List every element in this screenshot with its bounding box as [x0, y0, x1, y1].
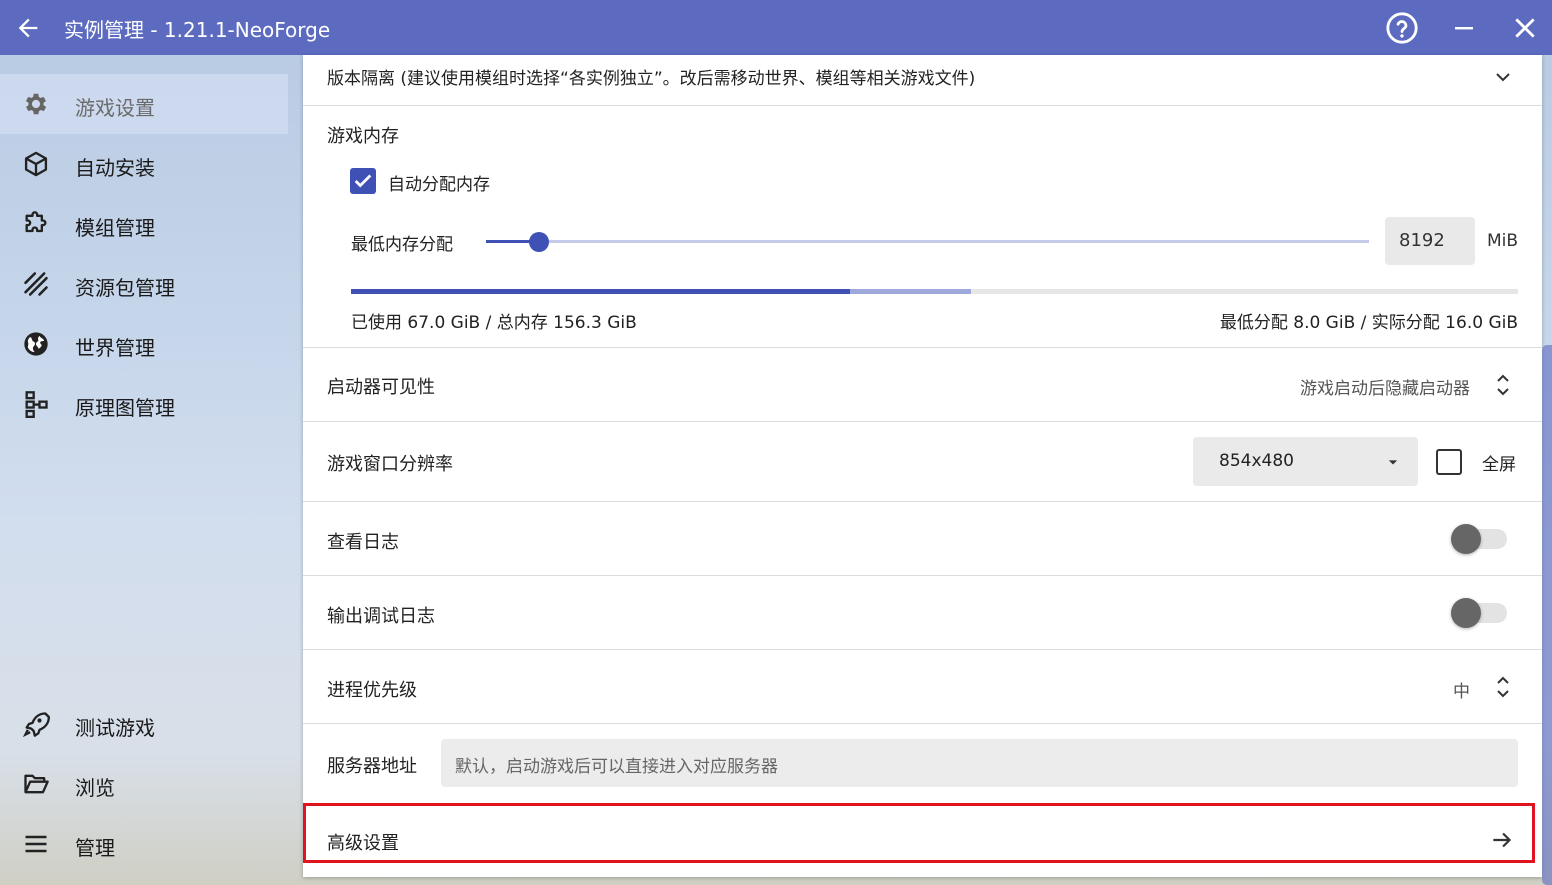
memory-unit: MiB	[1487, 231, 1519, 251]
version-isolation-row[interactable]: 版本隔离 (建议使用模组时选择“各实例独立”。改后需移动世界、模组等相关游戏文件…	[303, 55, 1542, 106]
minimize-icon	[1455, 27, 1473, 30]
sidebar-item-label: 原理图管理	[75, 396, 175, 420]
caret-down-icon	[1388, 460, 1398, 465]
close-icon	[1515, 18, 1535, 38]
min-memory-label: 最低内存分配	[351, 235, 453, 255]
folder-icon	[20, 769, 52, 799]
show-logs-label: 查看日志	[327, 532, 399, 553]
sidebar-item-auto-install[interactable]: 自动安装	[0, 134, 288, 194]
resolution-select[interactable]: 854x480	[1193, 437, 1418, 486]
sidebar-item-browse[interactable]: 浏览	[0, 754, 288, 814]
sidebar-item-schematics[interactable]: 原理图管理	[0, 374, 288, 434]
process-priority-value: 中	[1453, 682, 1470, 702]
advanced-settings-row[interactable]: 高级设置	[303, 803, 1535, 863]
launcher-visibility-value: 游戏启动后隐藏启动器	[1300, 379, 1470, 399]
show-logs-row: 查看日志	[303, 502, 1542, 576]
sidebar-item-label: 管理	[75, 836, 115, 860]
globe-icon	[20, 329, 52, 359]
sidebar: 游戏设置 自动安装 模组管理 资源包管理 世界管理 原理图管理 测试游戏 浏览 …	[0, 55, 303, 885]
toggle-thumb	[1451, 524, 1481, 554]
memory-allocation-text: 最低分配 8.0 GiB / 实际分配 16.0 GiB	[1219, 313, 1518, 333]
arrow-right-icon	[1493, 832, 1512, 848]
sidebar-item-manage[interactable]: 管理	[0, 814, 288, 874]
show-logs-toggle[interactable]	[1451, 524, 1507, 554]
debug-logs-row: 输出调试日志	[303, 576, 1542, 650]
gear-icon	[20, 89, 52, 119]
check-icon	[354, 174, 372, 188]
memory-usage-text: 已使用 67.0 GiB / 总内存 156.3 GiB	[351, 313, 637, 333]
launcher-visibility-row[interactable]: 启动器可见性 游戏启动后隐藏启动器	[303, 348, 1542, 422]
sidebar-item-label: 资源包管理	[75, 276, 175, 300]
min-memory-slider-track[interactable]	[486, 240, 1369, 243]
window-title: 实例管理 - 1.21.1-NeoForge	[64, 18, 331, 42]
min-memory-input[interactable]: 8192	[1385, 217, 1475, 265]
schematic-icon	[20, 389, 52, 419]
sidebar-item-label: 浏览	[75, 776, 115, 800]
sidebar-item-label: 自动安装	[75, 156, 155, 180]
sidebar-item-test-game[interactable]: 测试游戏	[0, 694, 288, 754]
puzzle-icon	[20, 209, 52, 239]
resolution-row: 游戏窗口分辨率 854x480 全屏	[303, 422, 1542, 502]
package-icon	[20, 149, 52, 179]
rocket-icon	[20, 709, 52, 739]
unfold-icon	[1497, 676, 1509, 698]
scrollbar[interactable]	[1542, 345, 1552, 885]
chevron-down-icon	[1496, 73, 1510, 82]
settings-panel: 版本隔离 (建议使用模组时选择“各实例独立”。改后需移动世界、模组等相关游戏文件…	[303, 55, 1542, 877]
fullscreen-label: 全屏	[1482, 455, 1516, 475]
minimize-button[interactable]	[1444, 8, 1484, 48]
close-button[interactable]	[1505, 8, 1545, 48]
sidebar-item-game-settings[interactable]: 游戏设置	[0, 74, 288, 134]
debug-logs-toggle[interactable]	[1451, 598, 1507, 628]
process-priority-label: 进程优先级	[327, 680, 417, 701]
sidebar-item-label: 世界管理	[75, 336, 155, 360]
fullscreen-checkbox[interactable]	[1436, 449, 1462, 475]
texture-icon	[20, 269, 52, 299]
memory-section-label: 游戏内存	[327, 126, 399, 147]
min-memory-slider-thumb[interactable]	[528, 232, 549, 252]
auto-allocate-label: 自动分配内存	[388, 175, 490, 195]
sidebar-item-mods[interactable]: 模组管理	[0, 194, 288, 254]
back-button[interactable]	[8, 8, 48, 48]
toggle-thumb	[1451, 598, 1481, 628]
help-button[interactable]	[1382, 8, 1422, 48]
sidebar-item-resource-packs[interactable]: 资源包管理	[0, 254, 288, 314]
server-address-row: 服务器地址 默认，启动游戏后可以直接进入对应服务器	[303, 724, 1542, 803]
version-isolation-label: 版本隔离 (建议使用模组时选择“各实例独立”。改后需移动世界、模组等相关游戏文件…	[327, 69, 976, 89]
sidebar-item-label: 游戏设置	[75, 96, 155, 120]
memory-section: 游戏内存 自动分配内存 最低内存分配 8192 MiB 已使用 67.0 GiB…	[303, 106, 1542, 348]
memory-used-bar	[351, 289, 851, 294]
unfold-icon	[1497, 374, 1509, 396]
menu-icon	[20, 829, 52, 859]
help-icon	[1386, 12, 1418, 44]
launcher-visibility-label: 启动器可见性	[327, 377, 435, 398]
server-address-label: 服务器地址	[327, 756, 417, 777]
advanced-settings-label: 高级设置	[327, 833, 399, 854]
resolution-label: 游戏窗口分辨率	[327, 454, 453, 475]
sidebar-item-label: 测试游戏	[75, 716, 155, 740]
resolution-value: 854x480	[1219, 451, 1294, 471]
arrow-left-icon	[18, 18, 38, 38]
auto-allocate-checkbox[interactable]	[350, 168, 376, 194]
debug-logs-label: 输出调试日志	[327, 606, 435, 627]
sidebar-item-label: 模组管理	[75, 216, 155, 240]
sidebar-item-worlds[interactable]: 世界管理	[0, 314, 288, 374]
title-bar: 实例管理 - 1.21.1-NeoForge	[0, 0, 1552, 55]
server-address-input[interactable]: 默认，启动游戏后可以直接进入对应服务器	[441, 739, 1518, 787]
process-priority-row[interactable]: 进程优先级 中	[303, 650, 1542, 724]
